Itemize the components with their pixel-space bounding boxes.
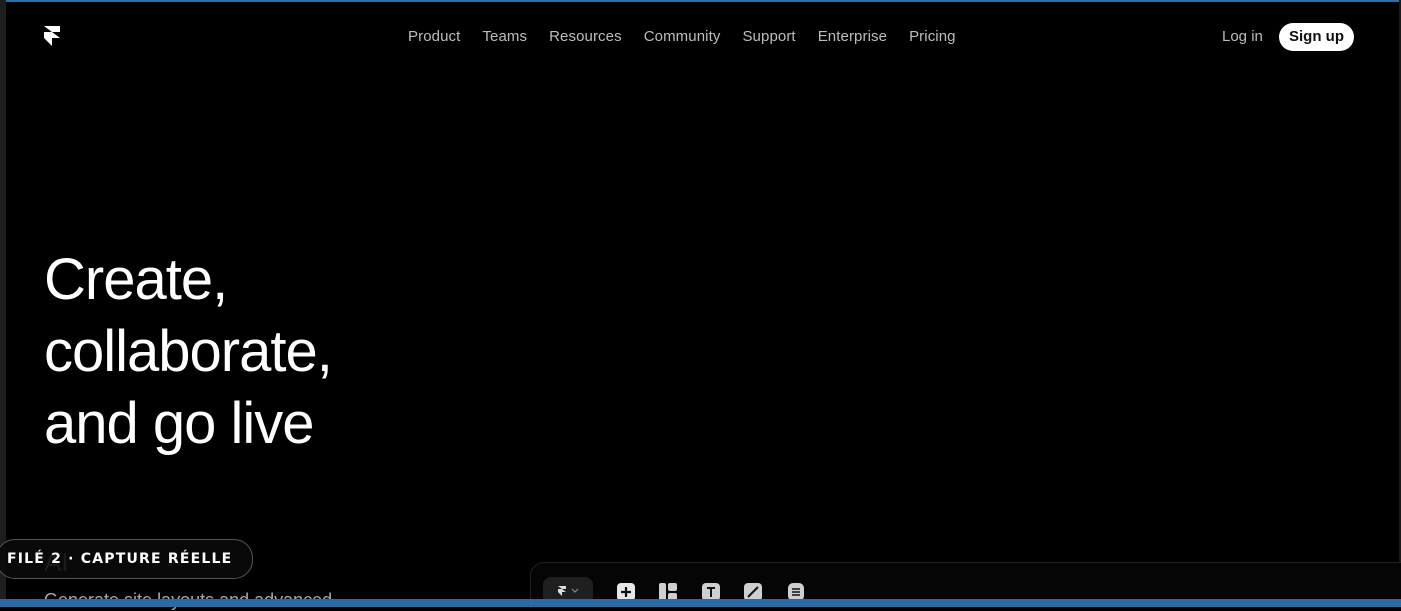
nav-resources[interactable]: Resources [549, 27, 622, 47]
main-nav: Product Teams Resources Community Suppor… [408, 27, 978, 47]
hero-line-2: collaborate, [44, 319, 333, 384]
chevron-down-icon [571, 588, 579, 593]
hero-line-1: Create, [44, 247, 228, 312]
signup-button[interactable]: Sign up [1279, 23, 1354, 51]
window-border-top [0, 0, 1401, 2]
nav-support[interactable]: Support [742, 27, 795, 47]
window-border-bottom [0, 599, 1401, 607]
nav-product[interactable]: Product [408, 27, 460, 47]
capture-caption-badge: FILÉ 2 · CAPTURE RÉELLE [0, 539, 254, 579]
login-link[interactable]: Log in [1222, 27, 1263, 47]
framer-logo-icon[interactable] [42, 24, 62, 50]
hero-line-3: and go live [44, 391, 315, 456]
nav-community[interactable]: Community [644, 27, 721, 47]
nav-teams[interactable]: Teams [482, 27, 527, 47]
framer-menu-icon [558, 585, 566, 596]
hero-heading: Create, collaborate, and go live [44, 244, 333, 460]
nav-enterprise[interactable]: Enterprise [818, 27, 887, 47]
nav-pricing[interactable]: Pricing [909, 27, 956, 47]
window-border-left [0, 0, 6, 607]
